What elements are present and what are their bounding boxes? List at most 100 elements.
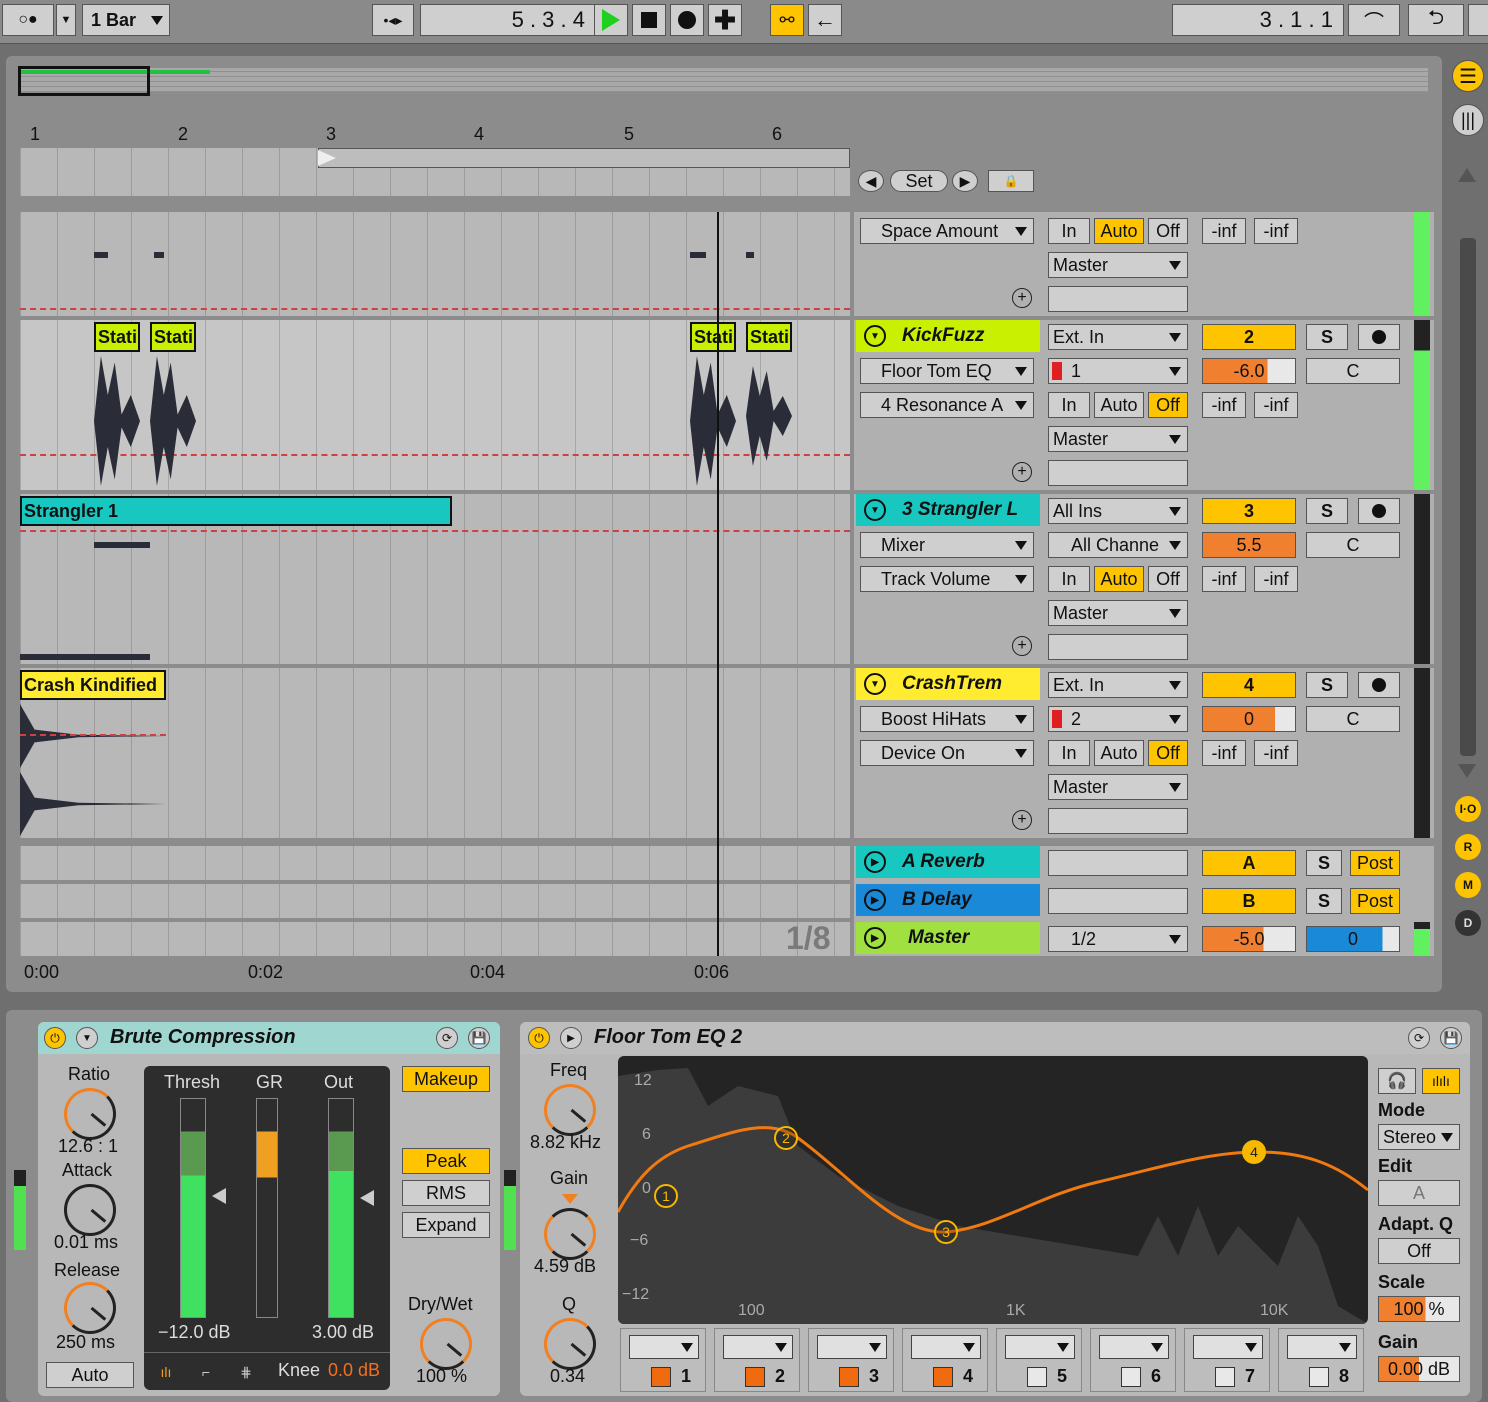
volume-field[interactable]: -6.0 <box>1202 358 1296 384</box>
filter-type-bell-icon[interactable] <box>1193 1335 1263 1359</box>
drywet-knob[interactable] <box>420 1318 472 1370</box>
monitor-in-button[interactable]: In <box>1048 566 1090 592</box>
track-name-crashtrem[interactable]: ▼ CrashTrem <box>856 668 1040 700</box>
eq-band-3[interactable]: 3 <box>808 1328 894 1392</box>
midi-clip[interactable]: Strangler 1 <box>20 496 452 526</box>
post-button[interactable]: Post <box>1350 888 1400 914</box>
eq-display[interactable]: 12 6 0 −6 −12 100 1K 10K 1 2 3 4 <box>618 1056 1368 1324</box>
band-toggle[interactable] <box>1027 1367 1047 1387</box>
stop-button[interactable] <box>632 4 666 36</box>
next-locator-button[interactable]: ▶ <box>952 170 978 192</box>
eq-band-5[interactable]: 5 <box>996 1328 1082 1392</box>
input-channel-dropdown[interactable]: 1 <box>1048 358 1188 384</box>
set-locator-button[interactable]: Set <box>890 170 948 192</box>
session-view-icon[interactable]: ||| <box>1452 104 1484 136</box>
return-lane-a[interactable] <box>20 846 850 880</box>
threshold-arrow-icon[interactable] <box>212 1188 226 1204</box>
audio-clip[interactable]: Stati <box>690 322 736 352</box>
monitor-in-button[interactable]: In <box>1048 392 1090 418</box>
pan-field[interactable]: C <box>1306 358 1400 384</box>
eq-band-4[interactable]: 4 <box>902 1328 988 1392</box>
eq-band-2[interactable]: 2 <box>714 1328 800 1392</box>
output-dropdown[interactable]: Master <box>1048 774 1188 800</box>
output-sub-field[interactable] <box>1048 634 1188 660</box>
hot-swap-icon[interactable]: ⟳ <box>436 1027 458 1049</box>
makeup-button[interactable]: Makeup <box>402 1066 490 1092</box>
output-dropdown[interactable]: Master <box>1048 426 1188 452</box>
track-activator-button[interactable]: 3 <box>1202 498 1296 524</box>
output-dropdown[interactable]: Master <box>1048 600 1188 626</box>
attack-knob[interactable] <box>64 1184 116 1236</box>
return-lane-b[interactable] <box>20 884 850 918</box>
solo-button[interactable]: S <box>1306 850 1342 876</box>
audio-clip[interactable]: Stati <box>746 322 792 352</box>
audio-clip[interactable]: Stati <box>150 322 196 352</box>
track-activator-button[interactable]: 2 <box>1202 324 1296 350</box>
punch-out-button[interactable] <box>1468 4 1488 36</box>
audio-clip[interactable]: Stati <box>94 322 140 352</box>
time-ruler[interactable]: 0:00 0:02 0:04 0:06 <box>20 956 850 986</box>
peak-left[interactable]: -inf <box>1202 740 1246 766</box>
band-toggle[interactable] <box>1309 1367 1329 1387</box>
monitor-in-button[interactable]: In <box>1048 740 1090 766</box>
out-value[interactable]: 3.00 dB <box>312 1322 374 1343</box>
eq-band-node-2[interactable]: 2 <box>774 1126 798 1150</box>
input-type-dropdown[interactable]: All Ins <box>1048 498 1188 524</box>
return-name-a[interactable]: ▶ A Reverb <box>856 846 1040 878</box>
freq-knob[interactable] <box>544 1084 596 1136</box>
overview-viewport[interactable] <box>18 66 150 96</box>
monitor-off-button[interactable]: Off <box>1148 218 1188 244</box>
fold-icon[interactable]: ▼ <box>864 325 886 347</box>
thresh-value[interactable]: −12.0 dB <box>158 1322 231 1343</box>
eq-band-node-4[interactable]: 4 <box>1242 1140 1266 1164</box>
expand-icon[interactable]: ▶ <box>864 889 886 911</box>
hot-swap-icon[interactable]: ⟳ <box>1408 1027 1430 1049</box>
solo-button[interactable]: S <box>1306 498 1348 524</box>
output-sub-field[interactable] <box>1048 286 1188 312</box>
filter-type-bell-icon[interactable] <box>817 1335 887 1359</box>
add-lane-icon[interactable]: + <box>1012 462 1032 482</box>
return-activator-button[interactable]: B <box>1202 888 1296 914</box>
band-toggle[interactable] <box>745 1367 765 1387</box>
position-display[interactable]: 5 . 3 . 4 <box>420 4 596 36</box>
automation-arm-button[interactable]: ⚯ <box>770 4 804 36</box>
eq-band-6[interactable]: 6 <box>1090 1328 1176 1392</box>
loop-switch-button[interactable]: ⮌ <box>1408 4 1464 36</box>
band-toggle[interactable] <box>1121 1367 1141 1387</box>
post-button[interactable]: Post <box>1350 850 1400 876</box>
peak-left[interactable]: -inf <box>1202 392 1246 418</box>
vertical-scrollbar[interactable] <box>1460 238 1476 756</box>
device-power-icon[interactable]: ⏻ <box>44 1027 66 1049</box>
expand-icon[interactable]: ▶ <box>864 851 886 873</box>
follow-button[interactable]: ○● <box>2 4 54 36</box>
monitor-auto-button[interactable]: Auto <box>1094 566 1144 592</box>
monitor-off-button[interactable]: Off <box>1148 392 1188 418</box>
beat-ruler[interactable]: 1 2 3 4 5 6 <box>20 124 850 148</box>
scroll-down-icon[interactable] <box>1458 764 1476 778</box>
peak-button[interactable]: Peak <box>402 1148 490 1174</box>
song-overview[interactable] <box>20 68 1428 92</box>
track-activator-button[interactable]: 4 <box>1202 672 1296 698</box>
rms-button[interactable]: RMS <box>402 1180 490 1206</box>
save-preset-icon[interactable]: 💾 <box>1440 1027 1462 1049</box>
device-dropdown[interactable]: Floor Tom EQ <box>860 358 1034 384</box>
scroll-up-icon[interactable] <box>1458 168 1476 182</box>
device-power-icon[interactable]: ⏻ <box>528 1027 550 1049</box>
device-dropdown[interactable]: Mixer <box>860 532 1034 558</box>
band-toggle[interactable] <box>933 1367 953 1387</box>
filter-type-bell-icon[interactable] <box>723 1335 793 1359</box>
eq-band-8[interactable]: 8 <box>1278 1328 1364 1392</box>
automation-param-dropdown[interactable]: Space Amount <box>860 218 1034 244</box>
lock-button[interactable]: 🔒 <box>988 170 1034 192</box>
output-gain-field[interactable]: 0.00 dB <box>1378 1356 1460 1382</box>
expand-icon[interactable]: ▶ <box>864 927 886 949</box>
audio-clip[interactable]: Crash Kindified <box>20 670 166 700</box>
arm-button[interactable] <box>1358 498 1400 524</box>
activity-view-icon[interactable]: ılı <box>152 1360 180 1384</box>
arrangement-view-icon[interactable]: ☰ <box>1452 60 1484 92</box>
cue-out-dropdown[interactable]: 1/2 <box>1048 926 1188 952</box>
returns-toggle-icon[interactable]: R <box>1455 834 1481 860</box>
input-type-dropdown[interactable]: Ext. In <box>1048 324 1188 350</box>
grid-resolution-label[interactable]: 1/8 <box>786 920 830 957</box>
band-toggle[interactable] <box>839 1367 859 1387</box>
